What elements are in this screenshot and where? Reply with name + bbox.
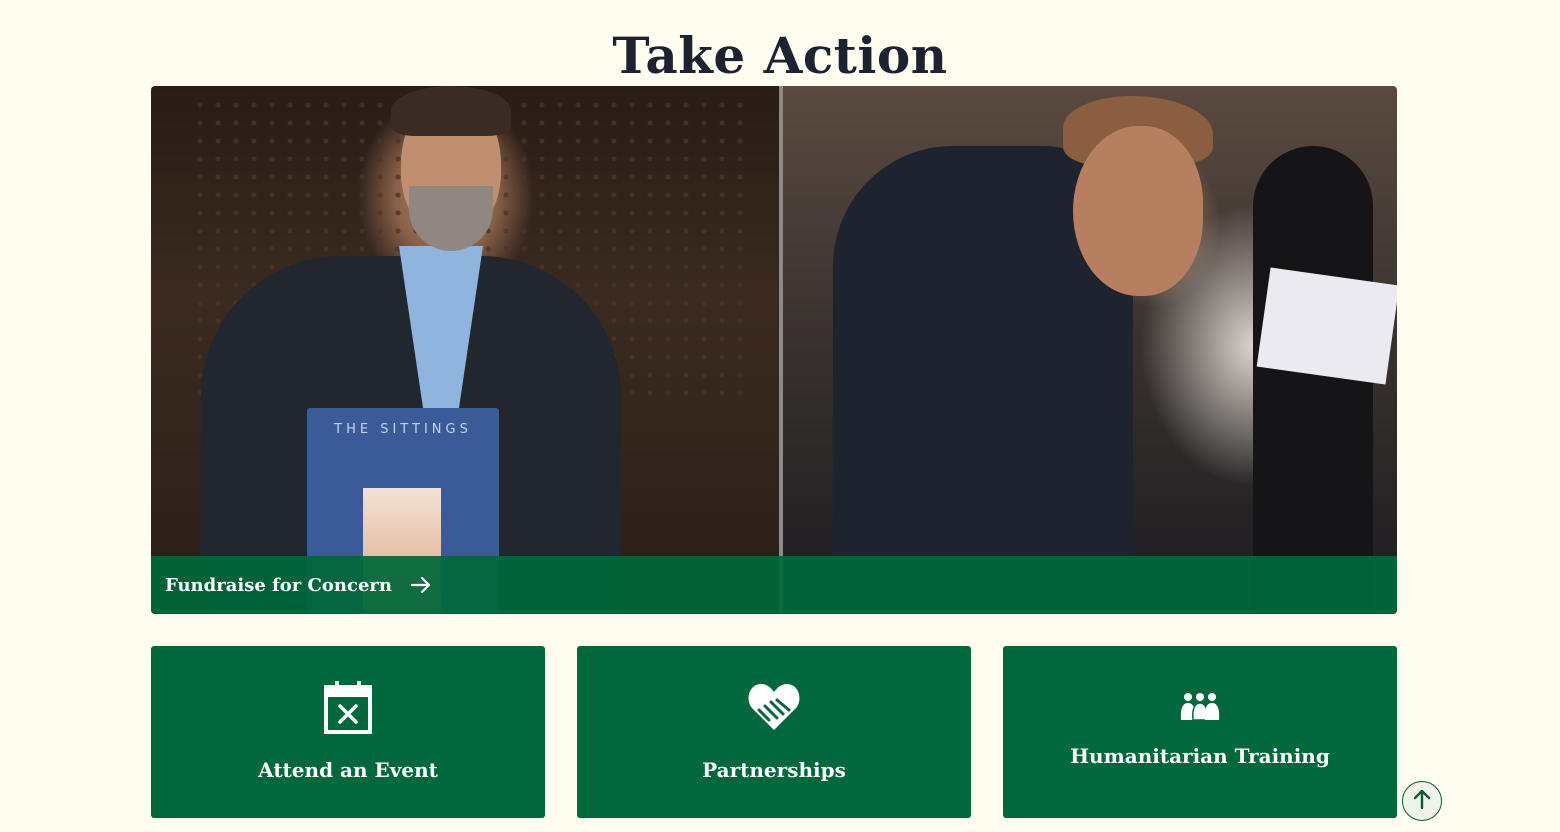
arrow-up-icon (1411, 788, 1433, 814)
attend-event-card[interactable]: Attend an Event (151, 646, 545, 818)
handshake-heart-icon (577, 680, 971, 738)
back-to-top-button[interactable] (1402, 781, 1442, 821)
partnerships-label: Partnerships (702, 758, 846, 782)
attend-event-label: Attend an Event (258, 758, 438, 782)
fundraise-cta-bar[interactable]: Fundraise for Concern (151, 556, 1397, 614)
humanitarian-training-label: Humanitarian Training (1070, 744, 1330, 768)
hero-photo-left: THE SITTINGS (151, 86, 779, 614)
fundraise-cta-label[interactable]: Fundraise for Concern (165, 575, 392, 596)
partnerships-card[interactable]: Partnerships (577, 646, 971, 818)
fundraise-hero-card[interactable]: THE SITTINGS Fundraise for Concern (151, 86, 1397, 614)
arrow-right-icon (410, 574, 432, 596)
calendar-x-icon (151, 680, 545, 738)
hero-photo-right (783, 86, 1397, 614)
humanitarian-training-card[interactable]: Humanitarian Training (1003, 646, 1397, 818)
section-title: Take Action (612, 25, 948, 85)
people-group-icon (1003, 692, 1397, 726)
book-title-text: THE SITTINGS (334, 422, 472, 437)
